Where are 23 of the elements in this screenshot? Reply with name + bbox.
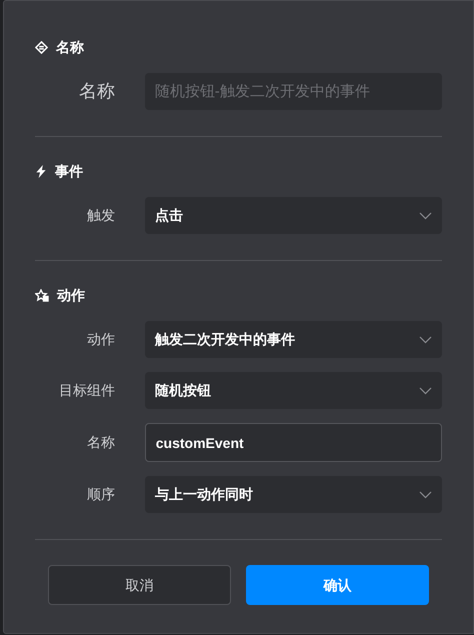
chevron-down-icon <box>419 212 432 220</box>
star-icon <box>35 288 49 302</box>
input-field[interactable]: 随机按钮-触发二次开发中的事件 <box>144 73 442 110</box>
lightning-icon <box>35 164 47 178</box>
field-label: 顺序 <box>86 485 115 504</box>
section-title: 名称 <box>56 38 84 56</box>
field-label: 动作 <box>86 330 115 349</box>
select-field[interactable]: 点击 <box>144 197 442 234</box>
section-title: 事件 <box>55 162 83 180</box>
select-field[interactable]: 随机按钮 <box>144 372 442 409</box>
chevron-down-icon <box>419 490 432 498</box>
chevron-down-icon <box>419 386 432 394</box>
cancel-button[interactable]: 取消 <box>48 565 232 605</box>
chevron-down-icon <box>419 336 432 344</box>
field-label: 触发 <box>86 206 115 225</box>
select-field[interactable]: 触发二次开发中的事件 <box>144 321 442 358</box>
confirm-button[interactable]: 确认 <box>246 565 429 605</box>
input-field[interactable]: customEvent <box>144 423 442 462</box>
section-title: 动作 <box>57 286 85 304</box>
field-label: 名称 <box>78 80 115 103</box>
field-label: 目标组件 <box>58 381 115 400</box>
field-label: 名称 <box>86 433 115 452</box>
select-field[interactable]: 与上一动作同时 <box>144 476 442 513</box>
